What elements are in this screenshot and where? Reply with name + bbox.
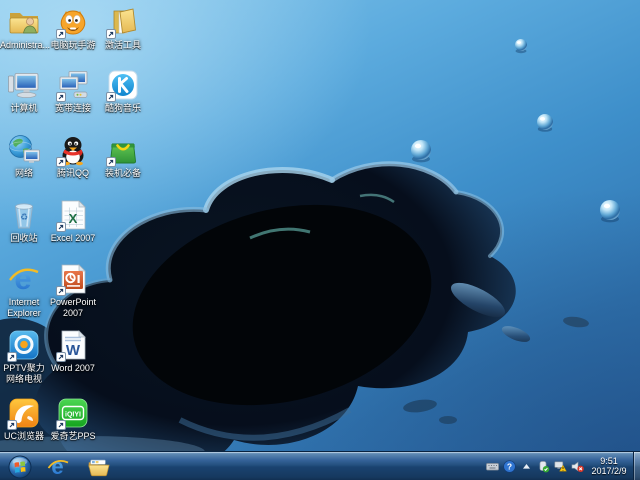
desktop-icon-excel[interactable]: X Excel 2007 [49,198,97,244]
recycle-bin-icon: ♻ [7,198,41,232]
clock-time: 9:51 [586,456,632,466]
taskbar-internet-explorer[interactable]: e [44,453,72,480]
network-globe-icon [7,133,41,167]
icon-label: 爱奇艺PPS [49,431,97,442]
svg-text:X: X [69,211,78,226]
icon-label: UC浏览器 [0,431,48,442]
help-bubble-icon[interactable]: ? [502,460,516,474]
shortcut-arrow-icon [56,157,66,167]
icon-label: 网络 [0,168,48,179]
user-folder-icon [7,5,41,39]
icon-label: 宽带连接 [49,103,97,114]
svg-text:W: W [66,342,81,359]
desktop-icon-word[interactable]: W Word 2007 [49,328,97,374]
desktop-icon-uc-browser[interactable]: UC浏览器 [0,396,48,442]
shortcut-arrow-icon [56,222,66,232]
taskbar-windows-explorer[interactable] [84,453,112,480]
taskbar: e ? [0,451,640,480]
powerpoint-icon [56,262,90,296]
iqiyi-pps-icon: iQIYI [56,396,90,430]
pptv-icon [7,328,41,362]
icon-label: 装机必备 [99,168,147,179]
open-folder-icon [106,5,140,39]
desktop-icon-qq[interactable]: 腾讯QQ [49,133,97,179]
folder-icon [86,455,110,479]
desktop-icon-administrator[interactable]: Administra... [0,5,48,51]
kugou-music-icon [106,68,140,102]
taskbar-clock[interactable]: 9:51 2017/2/9 [586,452,632,480]
icon-label: Administra... [0,40,48,51]
internet-explorer-icon: e [7,262,41,296]
desktop-icon-computer[interactable]: 计算机 [0,68,48,114]
desktop-icon-activation-tools[interactable]: 激活工具 [99,5,147,51]
desktop-icon-powerpoint[interactable]: PowerPoint 2007 [49,262,97,319]
icon-label: Word 2007 [49,363,97,374]
icon-label: 酷狗音乐 [99,103,147,114]
internet-explorer-icon: e [46,455,70,479]
word-icon: W [56,328,90,362]
shortcut-arrow-icon [106,157,116,167]
qq-penguin-icon [56,133,90,167]
broadband-connection-icon [56,68,90,102]
svg-text:?: ? [506,461,511,471]
shortcut-arrow-icon [106,29,116,39]
icon-label: 电脑玩手游 [49,40,97,51]
monster-game-icon [56,5,90,39]
shortcut-arrow-icon [56,286,66,296]
desktop-icon-internet-explorer[interactable]: e Internet Explorer [0,262,48,319]
volume-muted-icon[interactable] [570,460,584,474]
desktop-icon-recycle-bin[interactable]: ♻ 回收站 [0,198,48,244]
desktop-icon-kugou[interactable]: 酷狗音乐 [99,68,147,114]
uc-browser-icon [7,396,41,430]
icon-label: 激活工具 [99,40,147,51]
shortcut-arrow-icon [7,352,17,362]
desktop-icon-iqiyi-pps[interactable]: iQIYI 爱奇艺PPS [49,396,97,442]
water-droplet [600,200,620,222]
excel-icon: X [56,198,90,232]
icon-label: Internet Explorer [0,297,48,319]
icon-label: Excel 2007 [49,233,97,244]
water-droplet [515,39,527,53]
shortcut-arrow-icon [56,420,66,430]
icon-label: 腾讯QQ [49,168,97,179]
icon-label: PowerPoint 2007 [49,297,97,319]
icon-label: 回收站 [0,233,48,244]
computer-icon [7,68,41,102]
show-desktop-button[interactable] [633,452,640,480]
show-hidden-icons[interactable] [519,460,533,474]
shortcut-arrow-icon [56,29,66,39]
network-warning-icon[interactable] [553,460,567,474]
icon-label: 计算机 [0,103,48,114]
shortcut-arrow-icon [56,352,66,362]
green-bag-icon [106,133,140,167]
desktop-icon-essential-software[interactable]: 装机必备 [99,133,147,179]
clock-date: 2017/2/9 [586,466,632,476]
shortcut-arrow-icon [56,92,66,102]
desktop-icon-network[interactable]: 网络 [0,133,48,179]
svg-text:e: e [51,455,63,479]
windows-orb-icon [8,455,32,479]
shortcut-arrow-icon [7,420,17,430]
windows-desktop: Administra... 电脑玩手游 激活工具 [0,0,640,480]
svg-text:♻: ♻ [20,212,28,222]
svg-text:e: e [14,262,31,296]
input-keyboard-icon[interactable] [485,460,499,474]
svg-text:iQIYI: iQIYI [65,412,81,419]
start-button[interactable] [6,453,34,480]
desktop-icon-pptv[interactable]: PPTV聚力网络电视 [0,328,48,385]
system-tray: ? [485,452,584,480]
water-droplet [411,140,431,162]
security-ok-icon[interactable] [536,460,550,474]
icon-label: PPTV聚力网络电视 [0,363,48,385]
desktop-icon-broadband[interactable]: 宽带连接 [49,68,97,114]
desktop-icon-pc-play-mobile-games[interactable]: 电脑玩手游 [49,5,97,51]
water-droplet [537,114,553,132]
shortcut-arrow-icon [106,92,116,102]
